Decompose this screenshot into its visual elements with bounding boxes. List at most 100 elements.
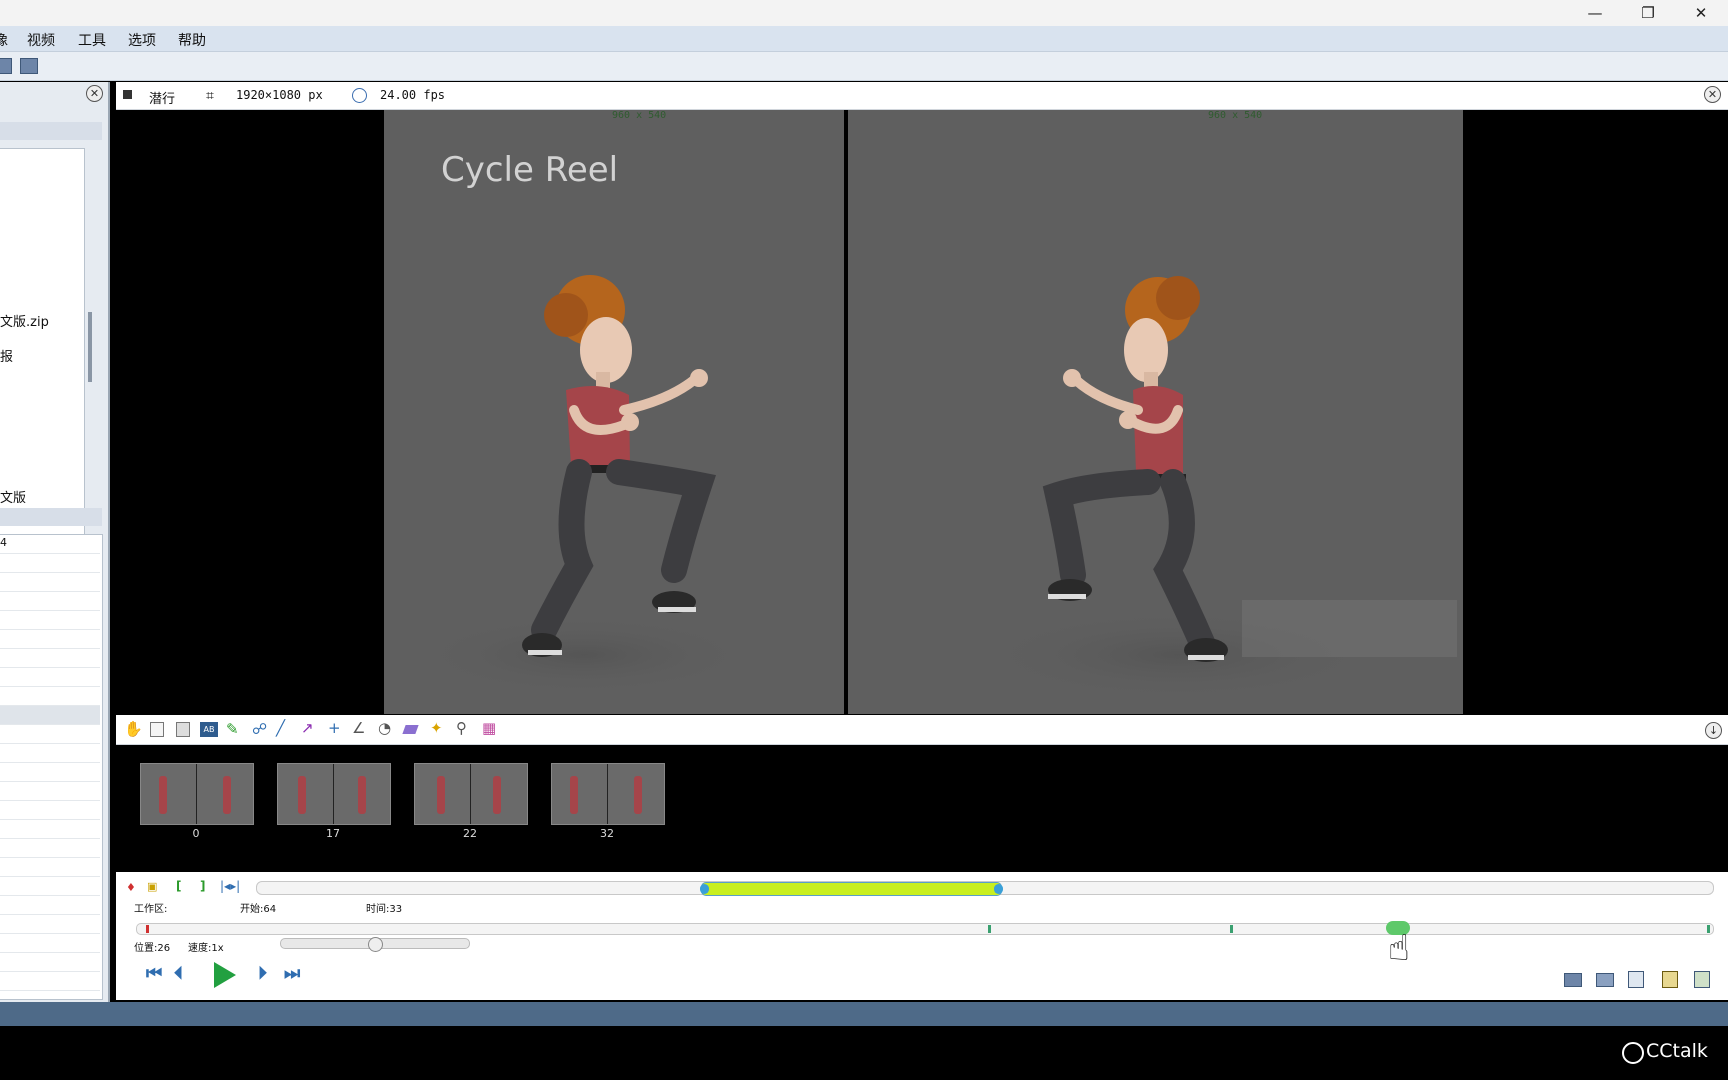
speed-label: 速度:1x — [188, 943, 224, 954]
minimize-button[interactable]: — — [1572, 0, 1618, 26]
workspace-start-handle[interactable] — [700, 884, 710, 894]
menu-bar: 像 视频 工具 选项 帮助 — [0, 26, 1728, 52]
file-item[interactable]: 报 — [0, 346, 13, 365]
position-label: 位置:26 — [134, 943, 171, 954]
magnifier-tool-icon[interactable]: ⚲ — [456, 719, 471, 737]
file-list[interactable]: 文版.zip 报 文版 — [0, 148, 85, 550]
restore-button[interactable]: ❐ — [1625, 0, 1671, 26]
export-video-icon[interactable] — [1596, 973, 1614, 987]
menu-item-video[interactable]: 视频 — [27, 30, 55, 50]
panel-section-header — [0, 122, 102, 140]
clock-icon — [352, 88, 367, 103]
angle-tool-icon[interactable]: ∠ — [352, 719, 367, 737]
cctalk-watermark: CCtalk — [1646, 1040, 1708, 1062]
next-frame-icon[interactable]: ⏵ — [258, 963, 267, 984]
save-icon[interactable] — [0, 58, 12, 74]
reset-zone-icon[interactable]: |◂▸| — [220, 879, 240, 893]
keyframe-label: 0 — [192, 827, 200, 840]
export-data-icon[interactable] — [1694, 971, 1710, 988]
resolution-label: 1920×1080 px — [236, 88, 323, 102]
start-label: 开始:64 — [240, 904, 277, 915]
crop-icon: ⌗ — [206, 88, 214, 104]
posture-tool-icon[interactable]: ☍ — [252, 720, 267, 738]
keyframe-strip: 0 17 22 32 — [116, 745, 1728, 871]
time-label: 时间:33 — [366, 904, 403, 915]
text-tool-icon[interactable]: AB — [200, 722, 218, 737]
previous-frame-icon[interactable]: ⏴ — [174, 963, 183, 984]
taskbar: CCtalk — [0, 1026, 1728, 1080]
lock-icon[interactable]: ▣ — [147, 880, 157, 893]
video-frame-left: 960 x 540 Cycle Reel — [384, 110, 844, 714]
first-frame-icon[interactable]: ⏮ — [146, 963, 162, 984]
speed-slider[interactable] — [280, 937, 470, 952]
stopwatch-tool-icon[interactable]: ◔ — [378, 719, 393, 737]
keyframe-label: 22 — [463, 827, 477, 840]
character-figure-left — [414, 275, 754, 695]
play-button[interactable] — [214, 962, 236, 988]
keyframe-marker — [1707, 925, 1710, 933]
hand-cursor-icon: ☝ — [1388, 928, 1410, 969]
line-tool-icon[interactable]: ╱ — [276, 719, 291, 737]
file-item[interactable]: 文版.zip — [0, 311, 49, 330]
panel-section-header — [0, 508, 102, 526]
close-button[interactable]: ✕ — [1678, 0, 1724, 26]
video-title: 潜行 — [149, 92, 176, 107]
marker-tool-icon[interactable]: + — [328, 719, 343, 737]
workspace-range[interactable] — [700, 882, 1003, 896]
keyframe-label: 32 — [600, 827, 614, 840]
keyframe-marker — [1230, 925, 1233, 933]
pin-icon[interactable]: ♦ — [126, 881, 136, 894]
workspace-track[interactable] — [256, 881, 1714, 896]
scrollbar-thumb[interactable] — [88, 312, 92, 382]
main-toolbar — [0, 52, 1728, 81]
property-list[interactable]: 4 — [0, 534, 103, 1000]
keyframe-label: 17 — [326, 827, 340, 840]
explorer-panel: ✕ 文版.zip 报 文版 4 — [0, 82, 110, 1002]
pencil-tool-icon[interactable]: ✎ — [226, 720, 241, 738]
close-viewer-icon[interactable]: ✕ — [1704, 86, 1721, 103]
cctalk-logo-icon — [1622, 1042, 1644, 1064]
menu-item-options[interactable]: 选项 — [128, 30, 156, 50]
menu-item-help[interactable]: 帮助 — [178, 30, 206, 50]
arrow-tool-icon[interactable]: ↗ — [301, 719, 316, 737]
color-grid-icon[interactable]: ▦ — [482, 719, 497, 737]
save-document-icon[interactable] — [1628, 971, 1644, 988]
export-spreadsheet-icon[interactable] — [1662, 971, 1678, 988]
workspace-end-handle[interactable] — [993, 884, 1003, 894]
keyframe-thumbnail[interactable] — [140, 763, 254, 825]
title-bar: — ❐ ✕ — [0, 0, 1728, 26]
keyframe-marker — [988, 925, 991, 933]
viewer-header: 潜行 ⌗ 1920×1080 px 24.00 fps ✕ — [116, 82, 1728, 110]
hand-tool-icon[interactable]: ✋ — [124, 720, 143, 738]
video-frame-right: 960 x 540 — [848, 110, 1463, 714]
drawing-toolbar: ✋ AB ✎ ☍ ╱ ↗ + ∠ ◔ ✦ ⚲ ▦ ↓ — [116, 715, 1728, 745]
fps-label: 24.00 fps — [380, 88, 446, 102]
viewer-menu-icon[interactable] — [123, 90, 132, 99]
snapshot-icon[interactable] — [1564, 973, 1582, 987]
collapse-icon[interactable]: ↓ — [1705, 722, 1722, 739]
video-player[interactable]: 960 x 540 Cycle Reel 960 x 540 — [116, 110, 1728, 714]
position-track[interactable] — [136, 921, 1714, 935]
set-end-icon[interactable]: ] — [200, 879, 205, 893]
menu-item-image[interactable]: 像 — [0, 30, 8, 50]
playback-controls: ♦ ▣ [ ] |◂▸| 工作区: 开始:64 时间:33 位置:26 速度:1… — [116, 872, 1728, 1000]
highlighter-tool-icon[interactable]: ✦ — [430, 719, 445, 737]
last-frame-icon[interactable]: ⏭ — [284, 963, 300, 984]
export-icon[interactable] — [20, 58, 38, 74]
file-item[interactable]: 文版 — [0, 487, 26, 506]
menu-item-tools[interactable]: 工具 — [78, 30, 106, 50]
keyframe-thumbnail[interactable] — [277, 763, 391, 825]
plane-tool-icon[interactable] — [402, 725, 419, 734]
keyframe-thumbnail[interactable] — [551, 763, 665, 825]
status-strip — [0, 1002, 1728, 1026]
comment-icon[interactable] — [176, 722, 190, 737]
character-figure-right — [978, 276, 1457, 700]
workspace-label: 工作区: — [134, 904, 168, 915]
close-panel-icon[interactable]: ✕ — [86, 85, 103, 102]
property-value: 4 — [0, 536, 7, 549]
new-keyframe-icon[interactable] — [150, 722, 164, 737]
speed-slider-knob[interactable] — [368, 937, 383, 952]
start-marker — [146, 925, 149, 933]
keyframe-thumbnail[interactable] — [414, 763, 528, 825]
set-start-icon[interactable]: [ — [176, 879, 181, 893]
